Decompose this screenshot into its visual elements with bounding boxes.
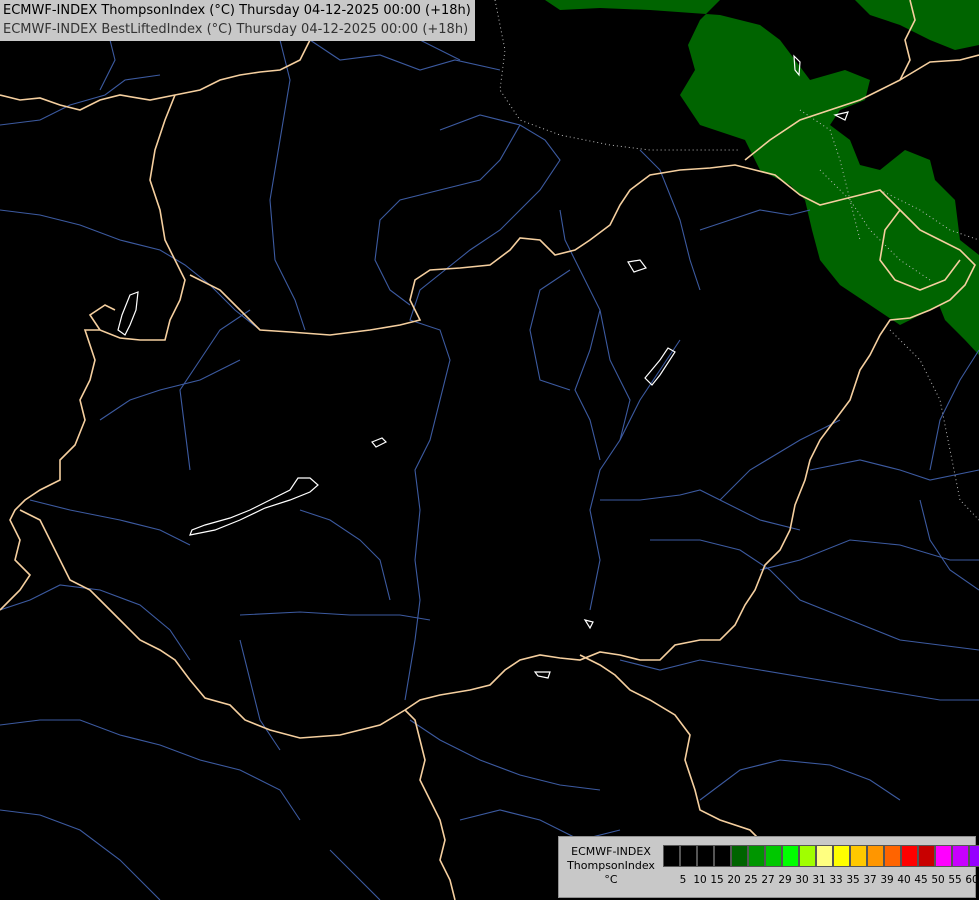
legend-swatch <box>799 845 816 867</box>
legend-swatch <box>680 845 697 867</box>
lake-small-1 <box>371 437 388 448</box>
legend-swatch <box>884 845 901 867</box>
legend-swatch <box>918 845 935 867</box>
legend-tick-label: 40 <box>897 874 911 886</box>
legend-parameter: ThompsonIndex <box>567 859 655 872</box>
legend-swatches <box>663 845 979 867</box>
legend-tick-label: 55 <box>948 874 962 886</box>
legend-tick-label: 50 <box>931 874 945 886</box>
legend-tick-label: 15 <box>710 874 724 886</box>
weather-map <box>0 0 979 900</box>
legend-tick-label: 37 <box>863 874 877 886</box>
lake-neusiedl <box>117 291 139 336</box>
title-best-lifted-index: ECMWF-INDEX BestLiftedIndex (°C) Thursda… <box>3 22 469 37</box>
legend-swatch <box>952 845 969 867</box>
legend-tick-label: 30 <box>795 874 809 886</box>
legend-tick-label: 39 <box>880 874 894 886</box>
legend-tick-label: 10 <box>693 874 707 886</box>
lake-small-3 <box>627 259 647 273</box>
color-legend: ECMWF-INDEX ThompsonIndex °C 5 10 15 20 25 27… <box>558 836 979 898</box>
legend-swatch <box>714 845 731 867</box>
legend-swatch <box>969 845 979 867</box>
legend-swatch <box>731 845 748 867</box>
legend-swatch <box>901 845 918 867</box>
lake-balaton <box>189 477 319 536</box>
thompson-index-zone-northeast <box>545 0 979 355</box>
legend-swatch <box>850 845 867 867</box>
legend-swatch <box>663 845 680 867</box>
legend-tick-label: 29 <box>778 874 792 886</box>
legend-unit: °C <box>604 873 618 886</box>
map-title-box: ECMWF-INDEX ThompsonIndex (°C) Thursday … <box>0 0 475 41</box>
legend-swatch <box>748 845 765 867</box>
legend-swatch <box>833 845 850 867</box>
legend-tick-label: 5 <box>679 874 687 886</box>
lake-small-7 <box>533 671 551 679</box>
legend-tick-label: 60 <box>965 874 979 886</box>
lake-small-4 <box>583 619 594 630</box>
legend-swatch <box>935 845 952 867</box>
legend-swatch <box>765 845 782 867</box>
legend-swatch <box>867 845 884 867</box>
legend-tick-label: 35 <box>846 874 860 886</box>
legend-tick-label: 25 <box>744 874 758 886</box>
legend-model: ECMWF-INDEX <box>571 845 651 858</box>
legend-tick-label: 27 <box>761 874 775 886</box>
legend-tick-label: 20 <box>727 874 741 886</box>
legend-title: ECMWF-INDEX ThompsonIndex °C <box>563 845 659 887</box>
legend-tick-label: 45 <box>914 874 928 886</box>
lakes <box>117 54 849 679</box>
legend-swatch <box>816 845 833 867</box>
legend-tick-label: 31 <box>812 874 826 886</box>
title-thompson-index: ECMWF-INDEX ThompsonIndex (°C) Thursday … <box>3 3 471 18</box>
legend-swatch <box>697 845 714 867</box>
legend-swatch <box>782 845 799 867</box>
legend-tick-label: 33 <box>829 874 843 886</box>
